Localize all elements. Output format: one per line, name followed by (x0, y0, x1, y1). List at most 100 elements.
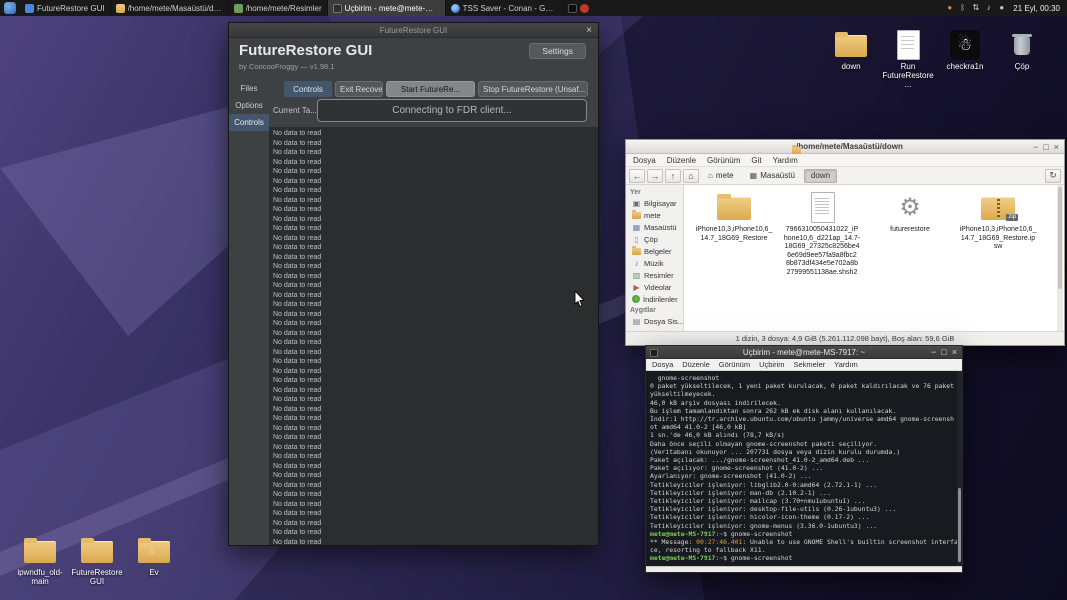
place-masaustu[interactable]: ▦Masaüstü (626, 221, 683, 233)
menu-gorunum[interactable]: Görünüm (719, 360, 750, 369)
exit-recovery-button[interactable]: Exit Recove... (335, 81, 383, 97)
place-cop[interactable]: ▯Çöp (626, 233, 683, 245)
file-iphone10-3-iphone10-6-14-7-18g69-restore[interactable]: zipiPhone10,3,iPhone10,6_14.7_18G69_Rest… (954, 191, 1042, 252)
taskbar-item-futurerestore-gui[interactable]: FutureRestore GUI (20, 0, 111, 16)
maximize-icon[interactable]: □ (1043, 142, 1048, 152)
red-app-icon[interactable] (580, 4, 589, 13)
updates-icon[interactable]: ● (945, 0, 954, 16)
forward-button[interactable]: → (647, 169, 663, 183)
futurerestore-titlebar[interactable]: FutureRestore GUI × (229, 23, 598, 38)
log-line: No data to read (273, 367, 598, 377)
path-button-masaustu[interactable]: ▦Masaüstü (743, 169, 802, 183)
log-line: No data to read (273, 433, 598, 443)
maximize-icon[interactable]: □ (941, 347, 946, 357)
close-icon[interactable]: × (586, 23, 592, 38)
menu-duzenle[interactable]: Düzenle (682, 360, 710, 369)
menu-gorunum[interactable]: Görünüm (707, 156, 740, 165)
place-label: Masaüstü (644, 223, 677, 232)
image-icon: ▨ (632, 271, 641, 280)
menu-dosya[interactable]: Dosya (652, 360, 673, 369)
place-resimler[interactable]: ▨Resimler (626, 269, 683, 281)
desktop-icon-run-futurerestore[interactable]: RunFutureRestore ... (881, 30, 935, 89)
menu-dosya[interactable]: Dosya (633, 156, 656, 165)
menu-duzenle[interactable]: Düzenle (667, 156, 696, 165)
app-blue-icon (25, 4, 34, 13)
file-manager-titlebar[interactable]: /home/mete/Masaüstü/down −□× (626, 140, 1064, 154)
terminal-output[interactable]: gnome-screenshot0 paket yükseltilecek, 1… (646, 371, 957, 566)
menu-git[interactable]: Git (751, 156, 761, 165)
file-7966310050431022-iphone10-6-d221ap-14-7-[interactable]: 7966310050431022_iPhone10,6_d221ap_14.7-… (778, 191, 866, 277)
taskbar-item-home-mete-resimler[interactable]: /home/mete/Resimler (229, 0, 328, 16)
taskbar-item-label: FutureRestore GUI (37, 4, 105, 13)
place-indirilenler[interactable]: ↓İndirilenler (626, 293, 683, 305)
minimize-icon[interactable]: − (931, 347, 936, 357)
up-button[interactable]: ↑ (665, 169, 681, 183)
menu-yardim[interactable]: Yardım (773, 156, 798, 165)
place-label: Belgeler (644, 247, 672, 256)
home-button[interactable]: ⌂ (683, 169, 699, 183)
tab-files[interactable]: Files (229, 80, 269, 97)
path-button-mete[interactable]: ⌂mete (701, 169, 741, 183)
menu-yardim[interactable]: Yardım (834, 360, 858, 369)
tray: ●ᛒ⇅♪● (945, 0, 1006, 16)
log-line: No data to read (273, 386, 598, 396)
close-icon[interactable]: × (952, 347, 957, 357)
log-line: No data to read (273, 319, 598, 329)
minimize-icon[interactable]: − (1033, 142, 1038, 152)
desktop-icon-ev[interactable]: ⌂Ev (127, 536, 181, 586)
menu-ucbirim[interactable]: Uçbirim (759, 360, 784, 369)
taskbar-item-tss-saver-conan-google[interactable]: TSS Saver - Conan - Google ... (446, 0, 564, 16)
place-videolar[interactable]: ▶Videolar (626, 281, 683, 293)
fr-tabs: FilesOptionsControls (229, 80, 269, 131)
file-name: 7966310050431022_iPhone10,6_d221ap_14.7-… (784, 226, 860, 277)
path-button-down[interactable]: down (804, 169, 837, 183)
clock[interactable]: 21 Eyl, 00:30 (1010, 4, 1063, 13)
menu-sekmeler[interactable]: Sekmeler (793, 360, 825, 369)
taskbar-item-ucbirim-mete-mete-ms-7[interactable]: Uçbirim - mete@mete-MS-7... (328, 0, 446, 16)
place-belgeler[interactable]: Belgeler (626, 245, 683, 257)
desktop-icon-futurerestore-gui[interactable]: FutureRestoreGUI (70, 536, 124, 586)
place-label: Dosya Sis... (644, 317, 683, 326)
place-mete[interactable]: mete (626, 209, 683, 221)
stop-futurerestore-button[interactable]: Stop FutureRestore (Unsaf... (478, 81, 588, 97)
network-icon[interactable]: ⇅ (971, 0, 980, 16)
tab-controls[interactable]: Controls (229, 114, 269, 131)
fr-log[interactable]: No data to read No data to read No data to… (269, 127, 598, 545)
trash-icon (1004, 30, 1040, 60)
desktop-icon-down[interactable]: down (824, 30, 878, 89)
place-dosya-sis[interactable]: ▤Dosya Sis... (626, 315, 683, 327)
desktop-icon-ipwndfu-old-main[interactable]: ipwndfu_old-main (13, 536, 67, 586)
file-iphone10-3-iphone10-6-14-7-18g69-restore[interactable]: iPhone10,3,iPhone10,6_14.7_18G69_Restore (690, 191, 778, 243)
globe-icon (451, 4, 460, 13)
place-bilgisayar[interactable]: ▣Bilgisayar (626, 197, 683, 209)
taskbar: FutureRestore GUI/home/mete/Masaüstü/dow… (20, 0, 564, 16)
desktop-icon-label: checkra1n (947, 62, 984, 71)
place-label: İndirilenler (643, 295, 678, 304)
pane-tab-controls[interactable]: Controls (284, 81, 332, 97)
back-button[interactable]: ← (629, 169, 645, 183)
desktop-icon-cop[interactable]: Çöp (995, 30, 1049, 89)
terminal-dark-icon[interactable] (568, 4, 577, 13)
fm-scrollbar[interactable] (1057, 185, 1063, 331)
start-futurerestore-button[interactable]: Start FutureRe... (386, 81, 475, 97)
terminal-scrollbar[interactable] (957, 371, 962, 566)
tab-options[interactable]: Options (229, 97, 269, 114)
terminal-line: Tetikleyiciler işleniyor: man-db (2.10.2… (650, 489, 955, 497)
taskbar-item-home-mete-masaustu-down[interactable]: /home/mete/Masaüstü/down (111, 0, 229, 16)
settings-button[interactable]: Settings (529, 43, 586, 59)
volume-icon[interactable]: ♪ (984, 0, 993, 16)
document-icon (792, 191, 852, 223)
log-line: No data to read (273, 205, 598, 215)
log-line: No data to read (273, 481, 598, 491)
reload-button[interactable]: ↻ (1045, 169, 1061, 183)
futurerestore-window: FutureRestore GUI × FutureRestore GUI by… (228, 22, 599, 546)
close-icon[interactable]: × (1054, 142, 1059, 152)
notifications-icon[interactable]: ● (997, 0, 1006, 16)
applications-menu-icon[interactable] (4, 2, 16, 14)
place-muzik[interactable]: ♪Müzik (626, 257, 683, 269)
terminal-titlebar[interactable]: Uçbirim - mete@mete-MS-7917: ~ −□× (646, 346, 962, 359)
file-futurerestore[interactable]: ⚙futurerestore (866, 191, 954, 235)
bluetooth-icon[interactable]: ᛒ (958, 0, 967, 16)
desktop-icon-label: FutureRestoreGUI (71, 568, 122, 586)
desktop-icon-checkra1n[interactable]: checkra1n (938, 30, 992, 89)
